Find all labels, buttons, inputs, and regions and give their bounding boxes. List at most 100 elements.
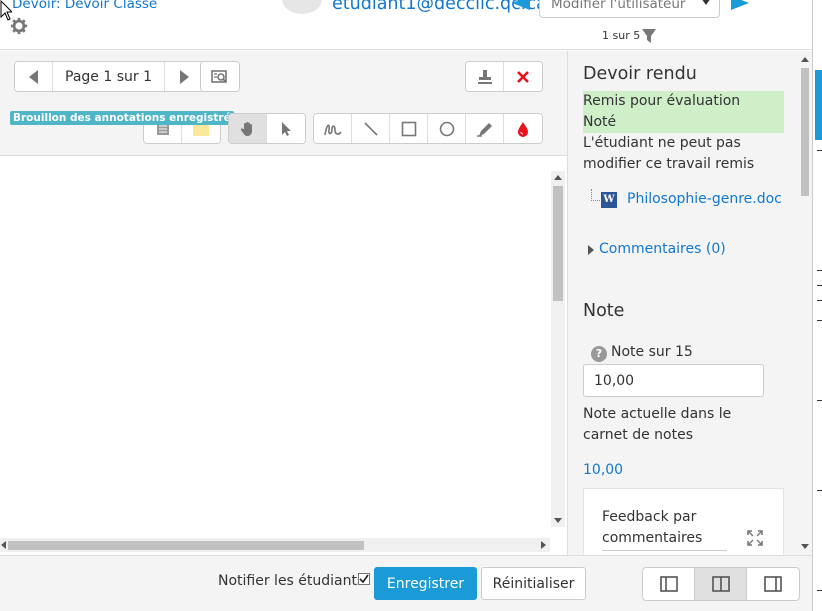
scroll-right-icon[interactable] xyxy=(541,541,546,549)
scroll-down-icon[interactable] xyxy=(801,544,809,549)
ink-drop-icon xyxy=(518,121,528,137)
background-divider xyxy=(817,590,822,591)
save-button[interactable]: Enregistrer xyxy=(374,567,477,600)
search-comments-group xyxy=(200,61,240,92)
panel-left-icon xyxy=(659,576,678,592)
triangle-right-icon xyxy=(179,69,189,84)
layout-collapse-grade-button[interactable] xyxy=(747,568,799,600)
submission-title: Devoir rendu xyxy=(583,64,697,84)
user-select-label: Modifier l'utilisateur xyxy=(551,0,686,12)
stamp-button[interactable] xyxy=(466,62,504,91)
close-icon xyxy=(517,70,529,83)
previous-user-arrow-icon[interactable] xyxy=(512,0,530,10)
locked-text: L'étudiant ne peut pas modifier ce trava… xyxy=(583,135,755,172)
color-picker-button[interactable] xyxy=(504,114,542,143)
document-viewer[interactable] xyxy=(0,157,567,555)
gear-icon[interactable] xyxy=(10,17,28,35)
avatar xyxy=(282,0,322,14)
word-document-icon: W xyxy=(601,192,617,208)
circle-icon xyxy=(439,121,454,136)
checkmark-icon xyxy=(359,574,369,584)
help-icon[interactable]: ? xyxy=(591,346,607,362)
background-divider xyxy=(817,320,822,321)
scrollbar-thumb[interactable] xyxy=(553,186,563,301)
drawing-tools-group xyxy=(313,113,543,144)
panel-split-icon xyxy=(711,576,730,592)
hand-icon xyxy=(240,121,252,136)
pen-tool-button[interactable] xyxy=(314,114,352,143)
pen-scribble-icon xyxy=(323,124,342,135)
tree-connector xyxy=(591,189,600,201)
background-divider xyxy=(817,490,822,491)
page-navigation: Page 1 sur 1 xyxy=(14,61,204,92)
page-label: Page 1 sur 1 xyxy=(53,62,165,91)
notify-students-label: Notifier les étudiants xyxy=(218,573,365,589)
background-divider xyxy=(817,300,822,301)
grader-footer: Notifier les étudiants Enregistrer Réini… xyxy=(0,555,812,611)
mouse-cursor-icon xyxy=(0,0,12,21)
panel-right-icon xyxy=(764,576,782,592)
current-grade-label: Note actuelle dans le carnet de notes xyxy=(583,406,732,443)
user-count: 1 sur 5 xyxy=(602,29,641,42)
expand-triangle-icon[interactable] xyxy=(588,245,594,255)
layout-collapse-review-button[interactable] xyxy=(643,568,695,600)
next-user-arrow-icon[interactable] xyxy=(731,0,749,10)
background-divider xyxy=(817,150,822,151)
highlight-tool-button[interactable] xyxy=(466,114,504,143)
chevron-down-icon xyxy=(701,0,711,5)
background-page-edge xyxy=(812,0,822,611)
previous-page-button[interactable] xyxy=(15,62,53,91)
background-divider xyxy=(817,285,822,286)
background-divider xyxy=(817,400,822,401)
assignment-link[interactable]: Devoir: Devoir Classe xyxy=(12,0,157,12)
stamp-delete-group xyxy=(465,61,543,92)
delete-annotation-button[interactable] xyxy=(504,62,542,91)
next-page-button[interactable] xyxy=(164,62,203,91)
draft-saved-badge: Brouillon des annotations enregistré xyxy=(10,111,234,125)
background-divider xyxy=(817,270,822,271)
pan-select-group xyxy=(228,113,306,144)
feedback-label: Feedback par commentaires xyxy=(602,507,727,551)
grade-section-title: Note xyxy=(583,301,625,321)
layout-toggle-group xyxy=(642,567,800,601)
expand-icon[interactable] xyxy=(747,530,763,546)
reset-button[interactable]: Réinitialiser xyxy=(481,567,586,600)
comments-link[interactable]: Commentaires (0) xyxy=(599,241,726,257)
layout-default-button[interactable] xyxy=(695,568,747,600)
triangle-left-icon xyxy=(28,69,38,84)
grading-panel: Devoir rendu Remis pour évaluation Noté … xyxy=(567,51,812,555)
pan-tool-button[interactable] xyxy=(229,114,267,143)
grade-input[interactable]: 10,00 xyxy=(583,364,764,397)
grader-header: Devoir: Devoir Classe etudiant1@decclic.… xyxy=(0,0,812,50)
document-horizontal-scrollbar[interactable] xyxy=(0,538,550,552)
notify-students-checkbox[interactable] xyxy=(358,573,370,585)
scroll-down-icon[interactable] xyxy=(554,518,562,523)
arrow-pointer-icon xyxy=(282,121,291,136)
stamp-icon xyxy=(477,69,492,84)
rectangle-tool-button[interactable] xyxy=(390,114,428,143)
background-accent-bar xyxy=(815,70,822,140)
status-graded: Noté xyxy=(583,114,617,130)
submitted-file-link[interactable]: Philosophie-genre.doc xyxy=(627,191,782,207)
select-tool-button[interactable] xyxy=(267,114,305,143)
grade-label: Note sur 15 xyxy=(611,344,693,360)
scrollbar-thumb[interactable] xyxy=(801,68,809,196)
scroll-up-icon[interactable] xyxy=(554,175,562,180)
line-icon xyxy=(363,121,378,136)
scroll-up-icon[interactable] xyxy=(801,57,809,62)
rectangle-icon xyxy=(401,121,416,136)
scrollbar-thumb[interactable] xyxy=(8,541,364,550)
current-grade-link[interactable]: 10,00 xyxy=(583,462,623,478)
document-vertical-scrollbar[interactable] xyxy=(551,171,565,527)
line-tool-button[interactable] xyxy=(352,114,390,143)
submission-status: Remis pour évaluation Noté xyxy=(583,91,784,133)
filter-icon[interactable] xyxy=(641,28,657,44)
panel-vertical-scrollbar[interactable] xyxy=(798,53,812,553)
oval-tool-button[interactable] xyxy=(428,114,466,143)
scroll-left-icon[interactable] xyxy=(1,541,6,549)
search-comments-button[interactable] xyxy=(201,62,239,91)
search-comments-icon xyxy=(211,69,227,83)
feedback-comments-box: Feedback par commentaires xyxy=(583,488,784,555)
status-submitted: Remis pour évaluation xyxy=(583,93,741,109)
user-select[interactable]: Modifier l'utilisateur xyxy=(539,0,720,18)
